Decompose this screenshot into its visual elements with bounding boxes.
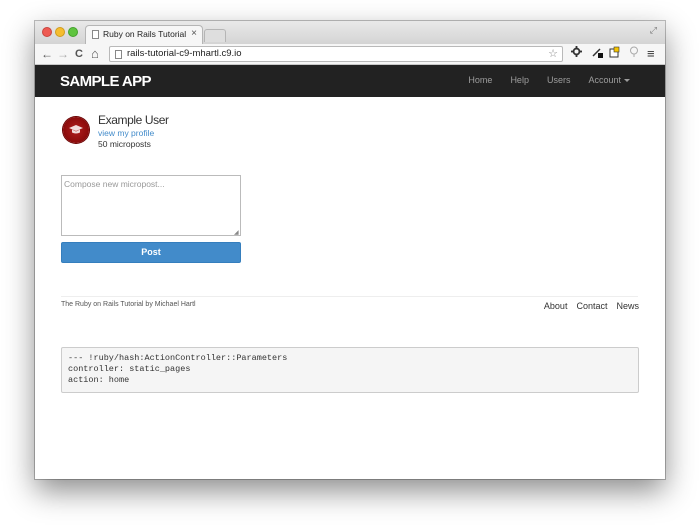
- forward-icon[interactable]: →: [57, 46, 69, 62]
- lightbulb-icon[interactable]: [629, 46, 639, 63]
- micropost-textarea[interactable]: [61, 175, 241, 236]
- caret-down-icon: [624, 79, 630, 83]
- nav-home-link[interactable]: Home: [468, 75, 492, 85]
- view-profile-link[interactable]: view my profile: [98, 128, 154, 138]
- nav-account-label: Account: [588, 75, 621, 85]
- site-navbar: SAMPLE APP Home Help Users Account: [35, 65, 665, 97]
- gear-icon[interactable]: [571, 46, 582, 62]
- new-tab-button[interactable]: [204, 29, 226, 42]
- post-button[interactable]: Post: [61, 242, 241, 263]
- user-avatar[interactable]: [63, 117, 89, 143]
- tab-strip: Ruby on Rails Tutorial Sample App × ⤢: [35, 21, 665, 44]
- footer-credit: The Ruby on Rails Tutorial by Michael Ha…: [61, 301, 196, 308]
- nav-users-link[interactable]: Users: [547, 75, 571, 85]
- browser-toolbar: ← → C ⌂ rails-tutorial-c9-mhartl.c9.io ☆…: [35, 44, 665, 65]
- micropost-count: 50 microposts: [98, 139, 151, 149]
- footer-contact-link[interactable]: Contact: [576, 301, 607, 311]
- reload-icon[interactable]: C: [75, 46, 83, 62]
- back-icon[interactable]: ←: [41, 46, 53, 62]
- tab-title: Ruby on Rails Tutorial Sample App: [103, 29, 189, 39]
- browser-tab[interactable]: Ruby on Rails Tutorial Sample App ×: [85, 25, 203, 44]
- tool-icon[interactable]: [591, 46, 603, 63]
- site-logo[interactable]: SAMPLE APP: [60, 73, 152, 90]
- bookmark-star-icon[interactable]: ☆: [548, 47, 558, 60]
- footer-news-link[interactable]: News: [616, 301, 639, 311]
- footer-links: About Contact News: [535, 301, 639, 311]
- address-bar[interactable]: rails-tutorial-c9-mhartl.c9.io ☆: [109, 46, 563, 62]
- document-icon: [92, 30, 99, 39]
- page-icon: [115, 50, 122, 59]
- menu-icon[interactable]: ≡: [647, 46, 655, 62]
- debug-params-block: --- !ruby/hash:ActionController::Paramet…: [61, 347, 639, 393]
- fullscreen-icon[interactable]: ⤢: [650, 25, 657, 36]
- footer-divider: [61, 296, 638, 297]
- tab-close-icon[interactable]: ×: [191, 28, 197, 39]
- graduation-cap-icon: [69, 125, 83, 134]
- shield-icon[interactable]: [609, 46, 620, 63]
- close-window-button[interactable]: [42, 27, 52, 37]
- home-icon[interactable]: ⌂: [91, 46, 99, 62]
- resize-handle-icon[interactable]: ◢: [234, 229, 239, 236]
- nav-help-link[interactable]: Help: [510, 75, 529, 85]
- minimize-window-button[interactable]: [55, 27, 65, 37]
- footer-about-link[interactable]: About: [544, 301, 568, 311]
- url-text[interactable]: rails-tutorial-c9-mhartl.c9.io: [127, 48, 242, 59]
- nav-account-dropdown[interactable]: Account: [588, 75, 630, 85]
- nav-links: Home Help Users Account: [450, 75, 630, 85]
- user-name: Example User: [98, 113, 169, 127]
- zoom-window-button[interactable]: [68, 27, 78, 37]
